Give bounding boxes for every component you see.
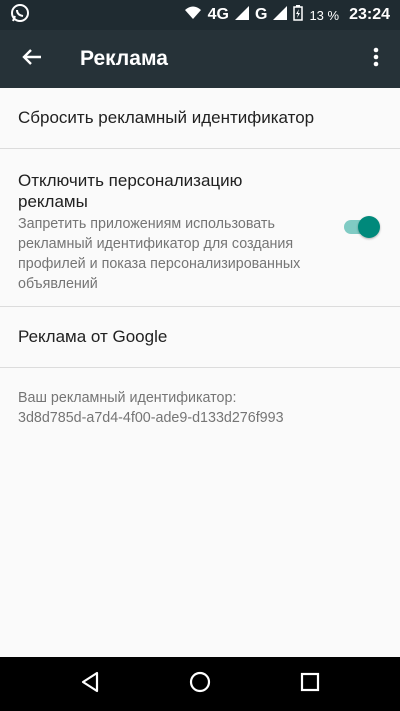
signal-icon	[234, 6, 249, 24]
battery-icon	[293, 5, 304, 25]
nav-recents-button[interactable]	[280, 657, 340, 711]
ad-id-info: Ваш рекламный идентификатор: 3d8d785d-a7…	[18, 388, 284, 428]
settings-list: Сбросить рекламный идентификатор	[0, 88, 400, 149]
triangle-back-icon	[80, 671, 100, 698]
network-type-label: 4G	[207, 6, 229, 23]
google-ads-item[interactable]: Реклама от Google	[0, 307, 400, 368]
whatsapp-icon	[10, 3, 30, 28]
app-toolbar: Реклама	[0, 30, 400, 88]
nav-back-button[interactable]	[60, 657, 120, 711]
reset-ad-id-item[interactable]: Сбросить рекламный идентификатор	[0, 88, 400, 149]
reset-ad-id-label: Сбросить рекламный идентификатор	[18, 108, 315, 127]
wifi-icon	[184, 6, 202, 24]
personalization-item[interactable]: Отключить персонализацию рекламы Запрети…	[0, 149, 400, 307]
toggle-thumb	[358, 216, 380, 238]
personalization-toggle[interactable]	[342, 216, 380, 238]
clock: 23:24	[349, 6, 390, 23]
square-recents-icon	[300, 672, 320, 697]
arrow-back-icon	[22, 48, 42, 71]
status-bar: 4G G 13 % 23:24	[0, 0, 400, 30]
personalization-title: Отключить персонализацию рекламы	[18, 171, 243, 211]
back-button[interactable]	[2, 30, 62, 88]
ad-id-value: 3d8d785d-a7d4-4f00-ade9-d133d276f993	[18, 410, 284, 426]
ad-id-label: Ваш рекламный идентификатор:	[18, 390, 237, 406]
more-vert-icon	[373, 47, 379, 72]
signal2-icon	[273, 6, 288, 24]
network2-label: G	[254, 6, 268, 23]
battery-percent: 13 %	[309, 7, 340, 23]
personalization-summary: Запретить приложениям использовать рекла…	[18, 216, 301, 292]
navigation-bar	[0, 657, 400, 711]
circle-home-icon	[189, 671, 211, 698]
google-ads-label: Реклама от Google	[18, 327, 168, 346]
nav-home-button[interactable]	[170, 657, 230, 711]
overflow-menu-button[interactable]	[360, 30, 392, 88]
page-title: Реклама	[80, 47, 168, 70]
